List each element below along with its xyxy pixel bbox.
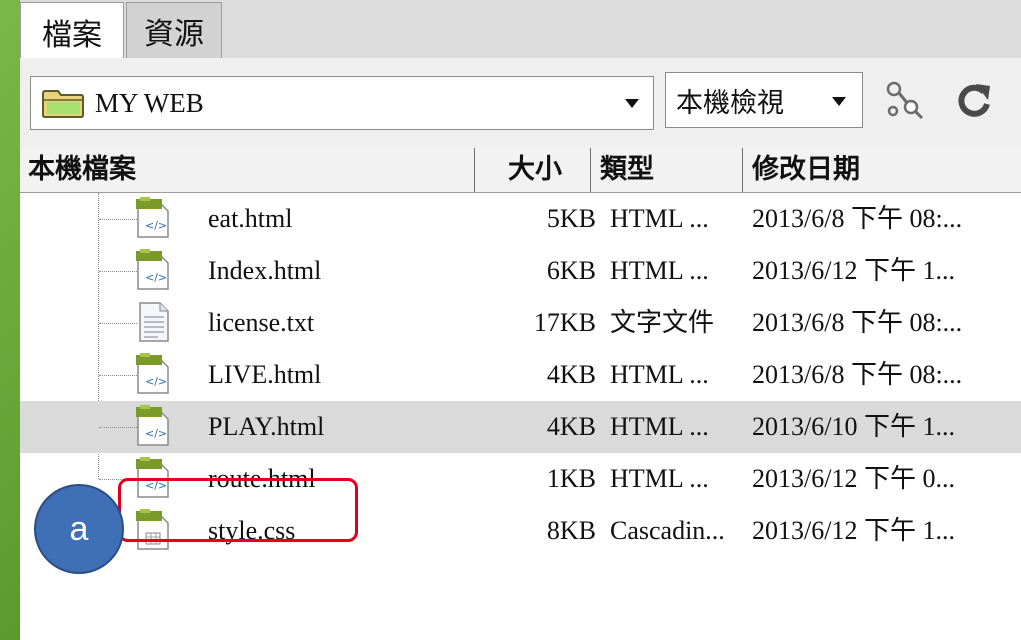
site-name: MY WEB <box>95 87 204 118</box>
file-type: Cascadin... <box>610 516 725 545</box>
file-size: 4KB <box>546 412 596 441</box>
file-row[interactable]: </> Index.html 6KB HTML ... 2013/6/12 下午… <box>20 245 1021 297</box>
file-size: 5KB <box>546 204 596 233</box>
tab-assets[interactable]: 資源 <box>126 2 222 58</box>
refresh-icon[interactable] <box>952 78 996 122</box>
files-toolbar: MY WEB 本機檢視 <box>20 58 1021 149</box>
file-type: HTML ... <box>610 412 709 441</box>
file-modified: 2013/6/8 下午 08:... <box>752 204 963 233</box>
file-row[interactable]: </> eat.html 5KB HTML ... 2013/6/8 下午 08… <box>20 193 1021 245</box>
svg-text:</>: </> <box>145 271 167 284</box>
folder-icon <box>41 88 85 118</box>
column-header-size[interactable]: 大小 <box>508 148 562 192</box>
chevron-down-icon[interactable] <box>625 99 639 108</box>
tab-files[interactable]: 檔案 <box>20 2 124 60</box>
file-modified: 2013/6/12 下午 0... <box>752 464 955 493</box>
column-header-type[interactable]: 類型 <box>600 148 654 192</box>
file-type: 文字文件 <box>610 308 715 337</box>
file-name: PLAY.html <box>208 412 325 441</box>
column-header-modified[interactable]: 修改日期 <box>752 148 860 192</box>
files-panel: MY WEB 本機檢視 本機檔案 大小 類型 修改日期 </> eat.html… <box>20 58 1021 640</box>
file-modified: 2013/6/8 下午 08:... <box>752 360 963 389</box>
file-size: 8KB <box>546 516 596 545</box>
file-modified: 2013/6/12 下午 1... <box>752 256 955 285</box>
html-file-icon: </> <box>136 197 170 239</box>
file-size: 6KB <box>546 256 596 285</box>
svg-text:</>: </> <box>145 375 167 388</box>
file-type: HTML ... <box>610 256 709 285</box>
file-modified: 2013/6/10 下午 1... <box>752 412 955 441</box>
annotation-badge: a <box>34 484 124 574</box>
file-row-selected[interactable]: </> PLAY.html 4KB HTML ... 2013/6/10 下午 … <box>20 401 1021 453</box>
html-file-icon: </> <box>136 405 170 447</box>
file-modified: 2013/6/8 下午 08:... <box>752 308 963 337</box>
file-size: 1KB <box>546 464 596 493</box>
svg-text:</>: </> <box>145 219 167 232</box>
file-row[interactable]: </> LIVE.html 4KB HTML ... 2013/6/8 下午 0… <box>20 349 1021 401</box>
file-modified: 2013/6/12 下午 1... <box>752 516 955 545</box>
view-dropdown[interactable]: 本機檢視 <box>665 72 863 128</box>
file-name: eat.html <box>208 204 293 233</box>
site-dropdown[interactable]: MY WEB <box>30 76 654 130</box>
html-file-icon: </> <box>136 353 170 395</box>
text-file-icon <box>136 301 170 343</box>
file-size: 17KB <box>533 308 596 337</box>
svg-text:</>: </> <box>145 427 167 440</box>
html-file-icon: </> <box>136 249 170 291</box>
file-name: Index.html <box>208 256 322 285</box>
view-label: 本機檢視 <box>676 87 784 119</box>
file-list-header: 本機檔案 大小 類型 修改日期 <box>20 148 1021 193</box>
file-type: HTML ... <box>610 360 709 389</box>
file-size: 4KB <box>546 360 596 389</box>
file-name: LIVE.html <box>208 360 322 389</box>
file-row[interactable]: license.txt 17KB 文字文件 2013/6/8 下午 08:... <box>20 297 1021 349</box>
connect-icon[interactable] <box>882 78 926 122</box>
file-type: HTML ... <box>610 464 709 493</box>
file-name: license.txt <box>208 308 315 337</box>
file-type: HTML ... <box>610 204 709 233</box>
column-header-name[interactable]: 本機檔案 <box>28 148 136 192</box>
chevron-down-icon[interactable] <box>832 97 846 106</box>
panel-tab-strip: 檔案 資源 <box>20 0 1021 60</box>
highlight-box <box>118 478 358 542</box>
